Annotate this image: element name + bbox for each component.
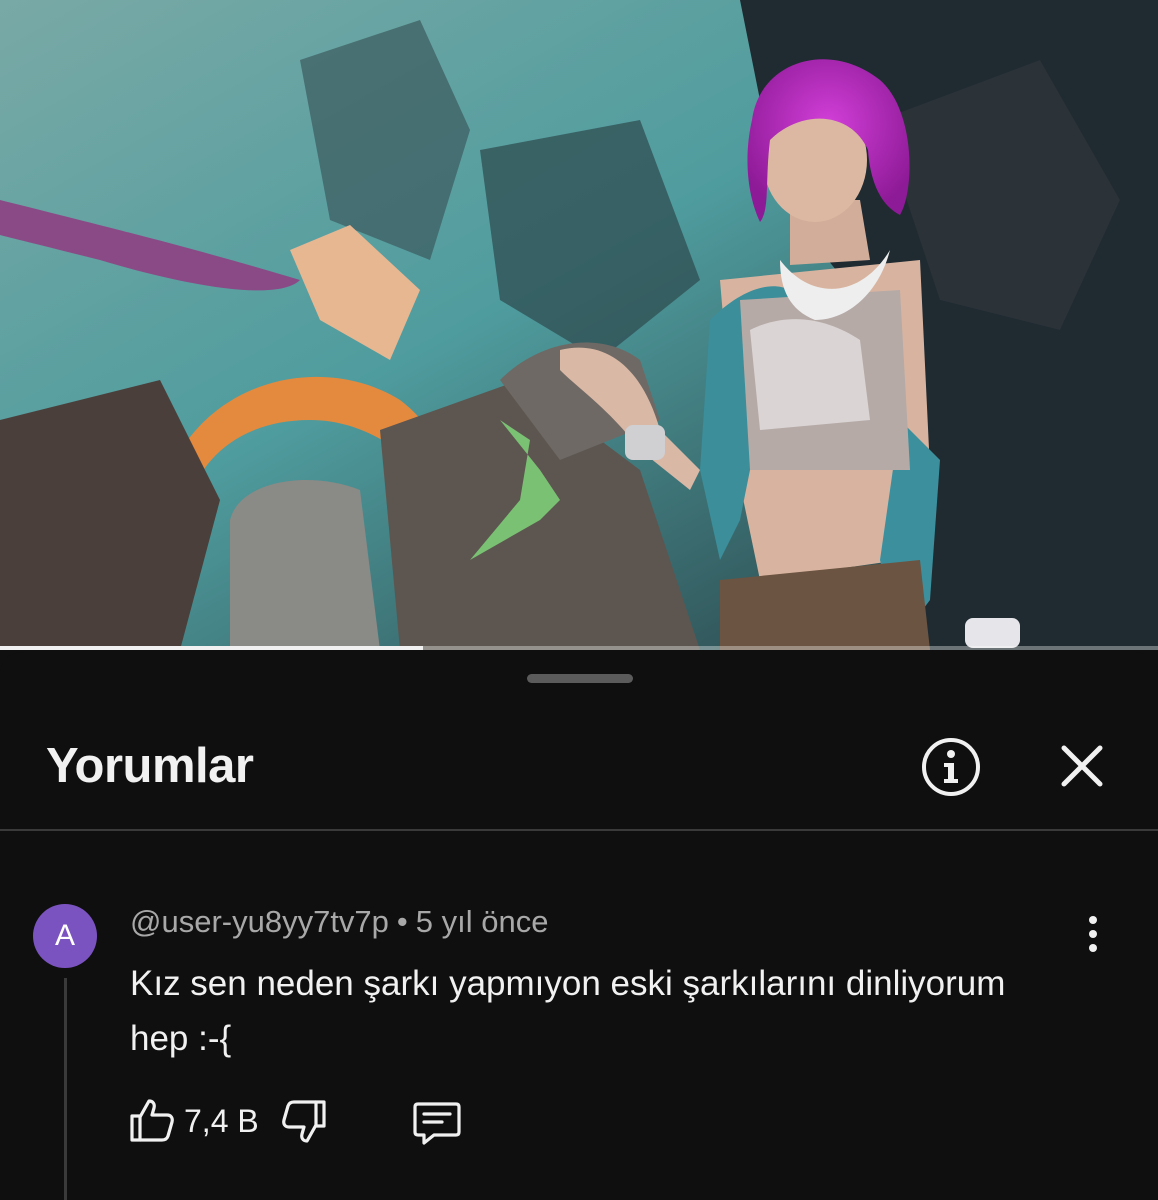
comments-title: Yorumlar — [46, 739, 254, 793]
reply-button[interactable] — [412, 1098, 462, 1146]
comment-username[interactable]: @user-yu8yy7tv7p — [130, 904, 389, 939]
comments-sheet: Yorumlar A @user-yu8yy7tv7p • 5 yıl önce K… — [0, 652, 1158, 1200]
video-frame — [0, 0, 1158, 650]
comment-more-button[interactable] — [1076, 914, 1110, 954]
dislike-button[interactable] — [280, 1098, 328, 1146]
comment-meta: @user-yu8yy7tv7p • 5 yıl önce — [130, 904, 548, 940]
video-player[interactable] — [0, 0, 1158, 650]
comment-time: 5 yıl önce — [415, 904, 549, 939]
close-icon — [1061, 745, 1103, 787]
video-progress-fill — [0, 646, 423, 650]
meta-separator: • — [396, 904, 408, 939]
reply-thread-line — [64, 978, 67, 1200]
close-button[interactable] — [1056, 740, 1108, 792]
avatar[interactable]: A — [33, 904, 97, 968]
info-icon — [922, 738, 980, 796]
header-divider — [0, 829, 1158, 831]
comment-text: Kız sen neden şarkı yapmıyon eski şarkıl… — [130, 964, 1006, 1058]
thumbs-up-icon — [130, 1099, 174, 1142]
reply-comment-icon — [413, 1102, 461, 1145]
sheet-drag-handle[interactable] — [527, 674, 633, 683]
more-vertical-icon — [1089, 916, 1097, 952]
info-button[interactable] — [920, 736, 982, 798]
like-count: 7,4 B — [184, 1103, 259, 1139]
like-button[interactable] — [128, 1096, 176, 1144]
thumbs-down-icon — [282, 1100, 326, 1143]
video-progress-bar[interactable] — [0, 646, 1158, 650]
